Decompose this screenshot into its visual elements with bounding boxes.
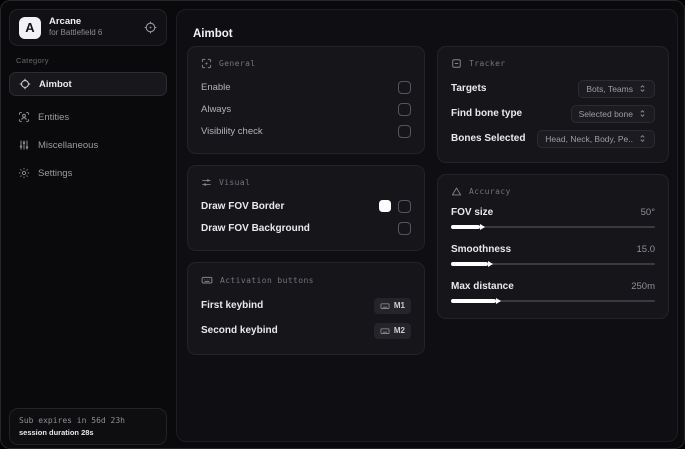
- first-keybind-button[interactable]: M1: [373, 297, 411, 314]
- sidebar-item-miscellaneous[interactable]: Miscellaneous: [9, 133, 167, 157]
- setting-row-fov-size: FOV size 50°: [451, 204, 655, 231]
- always-checkbox[interactable]: [398, 102, 411, 116]
- sliders-vertical-icon: [18, 139, 30, 151]
- slider-thumb[interactable]: [451, 260, 493, 266]
- card-title: Tracker: [469, 59, 506, 68]
- card-title: General: [219, 59, 256, 68]
- unfold-icon: [638, 84, 647, 93]
- visibility-check-checkbox[interactable]: [398, 124, 411, 138]
- sidebar-item-label: Miscellaneous: [38, 139, 99, 151]
- app-header: A Arcane for Battlefield 6: [9, 9, 167, 46]
- setting-row-draw-fov-border: Draw FOV Border: [201, 195, 411, 217]
- triangle-icon: [451, 186, 462, 197]
- fov-size-slider[interactable]: [451, 223, 655, 231]
- setting-row-find-bone-type: Find bone type Selected bone: [451, 101, 655, 126]
- keyboard-icon: [380, 301, 390, 311]
- sidebar-item-aimbot[interactable]: Aimbot: [9, 72, 167, 96]
- category-label: Category: [16, 56, 49, 65]
- sidebar-item-label: Entities: [38, 111, 70, 123]
- unfold-icon: [638, 109, 647, 118]
- setting-row-enable: Enable: [201, 76, 411, 98]
- max-distance-slider[interactable]: [451, 297, 655, 305]
- smoothness-value: 15.0: [636, 243, 656, 255]
- page-title: Aimbot: [193, 28, 233, 40]
- sidebar-item-entities[interactable]: Entities: [9, 105, 167, 129]
- session-duration-text: session duration 28s: [19, 428, 94, 437]
- crosshair-icon: [19, 78, 31, 90]
- gear-icon: [18, 167, 30, 179]
- second-keybind-button[interactable]: M2: [373, 322, 411, 339]
- box-minus-icon: [451, 58, 462, 69]
- sliders-horizontal-icon: [201, 177, 212, 188]
- subscription-info: Sub expires in 56d 23h session duration …: [9, 408, 167, 445]
- targets-dropdown[interactable]: Bots, Teams: [578, 79, 655, 98]
- sidebar-item-label: Aimbot: [39, 78, 72, 90]
- scan-icon: [201, 58, 212, 69]
- app-window: A Arcane for Battlefield 6 Category Aimb…: [0, 0, 685, 449]
- app-name: Arcane: [49, 16, 82, 28]
- app-logo: A: [19, 16, 41, 39]
- general-card: General Enable Always Visibility check: [187, 46, 425, 154]
- setting-row-smoothness: Smoothness 15.0: [451, 241, 655, 268]
- setting-row-targets: Targets Bots, Teams: [451, 76, 655, 101]
- main-panel: Aimbot General Enable Always Visibility …: [176, 9, 678, 442]
- setting-row-always: Always: [201, 98, 411, 120]
- fov-size-value: 50°: [640, 206, 655, 218]
- app-subtitle: for Battlefield 6: [49, 27, 103, 37]
- fov-border-color-swatch[interactable]: [379, 200, 391, 212]
- accuracy-card: Accuracy FOV size 50° Smoothness 15.0 Ma…: [437, 174, 669, 319]
- find-bone-type-dropdown[interactable]: Selected bone: [570, 104, 655, 123]
- setting-row-visibility-check: Visibility check: [201, 120, 411, 142]
- draw-fov-border-checkbox[interactable]: [398, 199, 411, 213]
- keyboard-icon: [380, 326, 390, 336]
- unfold-icon: [638, 134, 647, 143]
- right-column: Tracker Targets Bots, Teams Find bone ty…: [437, 46, 669, 319]
- slider-thumb[interactable]: [451, 223, 485, 229]
- max-distance-value: 250m: [631, 280, 655, 292]
- entity-scan-icon: [18, 111, 30, 123]
- setting-row-max-distance: Max distance 250m: [451, 278, 655, 305]
- target-icon[interactable]: [144, 21, 157, 34]
- sub-expires-text: Sub expires in 56d 23h: [19, 416, 125, 425]
- enable-checkbox[interactable]: [398, 80, 411, 94]
- bones-selected-dropdown[interactable]: Head, Neck, Body, Pe..: [537, 129, 655, 148]
- card-title: Visual: [219, 178, 251, 187]
- setting-row-draw-fov-background: Draw FOV Background: [201, 217, 411, 239]
- card-title: Accuracy: [469, 187, 511, 196]
- sidebar-item-label: Settings: [38, 167, 73, 179]
- card-title: Activation buttons: [220, 275, 314, 285]
- sidebar: A Arcane for Battlefield 6 Category Aimb…: [1, 1, 175, 448]
- left-column: General Enable Always Visibility check V…: [187, 46, 425, 355]
- setting-row-first-keybind: First keybind M1: [201, 293, 411, 318]
- draw-fov-background-checkbox[interactable]: [398, 221, 411, 235]
- keyboard-icon: [201, 274, 213, 286]
- tracker-card: Tracker Targets Bots, Teams Find bone ty…: [437, 46, 669, 163]
- sidebar-item-settings[interactable]: Settings: [9, 161, 167, 185]
- setting-row-bones-selected: Bones Selected Head, Neck, Body, Pe..: [451, 126, 655, 151]
- activation-buttons-card: Activation buttons First keybind M1 Seco…: [187, 262, 425, 355]
- visual-card: Visual Draw FOV Border Draw FOV Backgrou…: [187, 165, 425, 251]
- slider-thumb[interactable]: [451, 297, 501, 303]
- setting-row-second-keybind: Second keybind M2: [201, 318, 411, 343]
- smoothness-slider[interactable]: [451, 260, 655, 268]
